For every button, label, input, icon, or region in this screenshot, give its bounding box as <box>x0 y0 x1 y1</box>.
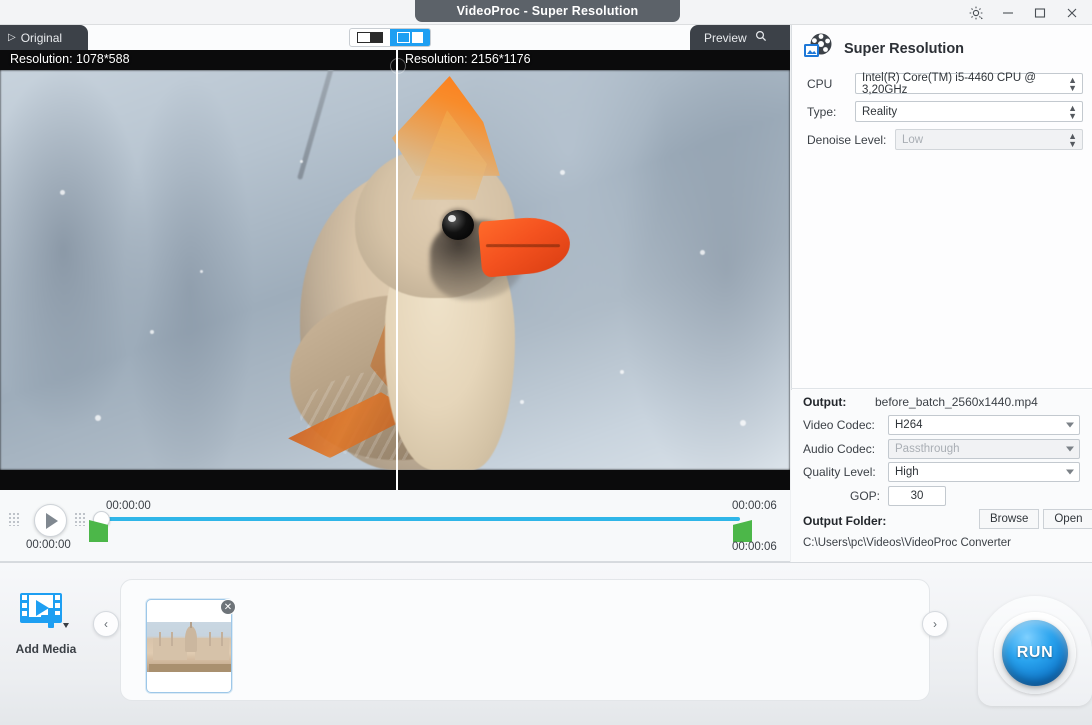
run-area: RUN <box>978 596 1092 716</box>
type-label: Type: <box>807 104 837 119</box>
video-codec-select[interactable]: H264 <box>888 415 1080 435</box>
cpu-value: Intel(R) Core(TM) i5-4460 CPU @ 3,20GHz <box>862 71 1036 96</box>
comparison-photo <box>0 70 790 470</box>
cpu-label: CPU <box>807 76 833 91</box>
chevron-down-icon <box>1066 446 1074 452</box>
minimize-button[interactable] <box>992 0 1024 25</box>
split-divider-handle[interactable] <box>390 50 406 490</box>
audio-codec-value: Passthrough <box>895 443 960 455</box>
browse-button[interactable]: Browse <box>979 509 1040 529</box>
chevron-updown-icon: ▲ ▼ <box>1068 130 1077 149</box>
tab-preview[interactable]: Preview <box>690 25 790 50</box>
output-folder-label: Output Folder: <box>803 512 886 530</box>
quality-label: Quality Level: <box>803 465 876 479</box>
denoise-value: Low <box>902 133 924 146</box>
thumbnail-image <box>147 622 231 672</box>
videoproc-window: VideoProc - Super Resolution ▷ Original … <box>0 0 1092 725</box>
gear-icon[interactable] <box>960 0 992 25</box>
add-media-icon <box>18 593 74 637</box>
tab-preview-label: Preview <box>704 30 747 45</box>
cpu-select[interactable]: Intel(R) Core(TM) i5-4460 CPU @ 3,20GHz … <box>855 71 1083 96</box>
preview-area[interactable]: Resolution: 1078*588 Resolution: 2156*11… <box>0 50 790 490</box>
single-view-icon <box>357 32 383 43</box>
add-media-button[interactable]: Add Media <box>13 589 79 656</box>
denoise-row: Denoise Level: Low ▲ ▼ <box>807 129 1083 150</box>
video-codec-row: Video Codec: H264 <box>803 415 1080 435</box>
panel-title: Super Resolution <box>844 40 965 57</box>
magnifier-icon <box>755 30 767 45</box>
video-codec-label: Video Codec: <box>803 418 875 432</box>
total-duration-label: 00:00:06 <box>732 541 777 553</box>
video-codec-value: H264 <box>895 419 923 431</box>
panel-header: Super Resolution <box>802 31 964 66</box>
run-button[interactable]: RUN <box>1002 620 1068 686</box>
chevron-down-icon <box>1066 469 1074 475</box>
title-bar: VideoProc - Super Resolution <box>0 0 1092 25</box>
drag-grip-right[interactable] <box>74 512 86 526</box>
audio-codec-row: Audio Codec: Passthrough <box>803 439 1080 459</box>
output-filename: before_batch_2560x1440.mp4 <box>875 395 1038 409</box>
cpu-row: CPU Intel(R) Core(TM) i5-4460 CPU @ 3,20… <box>807 71 1083 96</box>
play-triangle-icon: ▷ <box>8 32 16 43</box>
quality-select[interactable]: High <box>888 462 1080 482</box>
tab-original[interactable]: ▷ Original <box>0 25 88 50</box>
type-select[interactable]: Reality ▲ ▼ <box>855 101 1083 122</box>
split-view-icon <box>397 32 423 43</box>
chevron-updown-icon: ▲ ▼ <box>1068 74 1077 93</box>
output-label: Output: <box>803 395 847 409</box>
output-folder-label-text: Output Folder: <box>803 514 887 528</box>
right-resolution-label: Resolution: 2156*1176 <box>405 52 531 66</box>
window-controls <box>960 0 1088 25</box>
denoise-label: Denoise Level: <box>807 132 887 147</box>
type-row: Type: Reality ▲ ▼ <box>807 101 1083 122</box>
chevron-down-icon <box>1066 422 1074 428</box>
drag-grip-left[interactable] <box>8 512 20 526</box>
view-mode-split[interactable] <box>390 29 430 46</box>
folder-buttons: Browse Open <box>979 509 1092 529</box>
timeline-track[interactable] <box>104 517 740 521</box>
type-value: Reality <box>862 105 898 118</box>
scroll-left-button[interactable]: ‹ <box>93 611 119 637</box>
gop-input[interactable]: 30 <box>888 486 946 506</box>
media-tray <box>120 579 930 701</box>
output-section: Output: before_batch_2560x1440.mp4 Video… <box>791 390 1092 562</box>
window-title: VideoProc - Super Resolution <box>415 0 680 22</box>
output-folder-path-text: C:\Users\pc\Videos\VideoProc Converter <box>803 537 1011 549</box>
audio-codec-label: Audio Codec: <box>803 442 876 456</box>
trim-start-time-label: 00:00:00 <box>106 500 151 512</box>
close-button[interactable] <box>1056 0 1088 25</box>
gop-row: GOP: 30 <box>803 486 946 506</box>
tab-original-label: Original <box>20 30 63 45</box>
play-button[interactable] <box>34 504 67 537</box>
quality-value: High <box>895 466 919 478</box>
preview-stage <box>0 70 790 470</box>
scroll-right-button[interactable]: › <box>922 611 948 637</box>
maximize-button[interactable] <box>1024 0 1056 25</box>
output-row: Output: before_batch_2560x1440.mp4 <box>803 395 1038 409</box>
media-thumbnail[interactable] <box>146 599 232 693</box>
add-media-label: Add Media <box>15 642 77 656</box>
quality-row: Quality Level: High <box>803 462 1080 482</box>
play-icon <box>46 512 58 529</box>
film-reel-icon <box>802 31 834 66</box>
remove-media-button[interactable]: ✕ <box>220 599 236 615</box>
view-mode-toggle[interactable] <box>349 28 431 47</box>
left-resolution-label: Resolution: 1078*588 <box>10 52 130 66</box>
chevron-updown-icon: ▲ ▼ <box>1068 102 1077 121</box>
audio-codec-select[interactable]: Passthrough <box>888 439 1080 459</box>
denoise-select[interactable]: Low ▲ ▼ <box>895 129 1083 150</box>
output-folder-path: C:\Users\pc\Videos\VideoProc Converter <box>803 533 1011 551</box>
open-button[interactable]: Open <box>1043 509 1092 529</box>
view-mode-single[interactable] <box>350 29 390 46</box>
trim-end-time-label: 00:00:06 <box>732 500 777 512</box>
bird-subject <box>180 70 573 470</box>
current-time-label: 00:00:00 <box>26 539 71 551</box>
gop-label: GOP: <box>849 489 880 503</box>
